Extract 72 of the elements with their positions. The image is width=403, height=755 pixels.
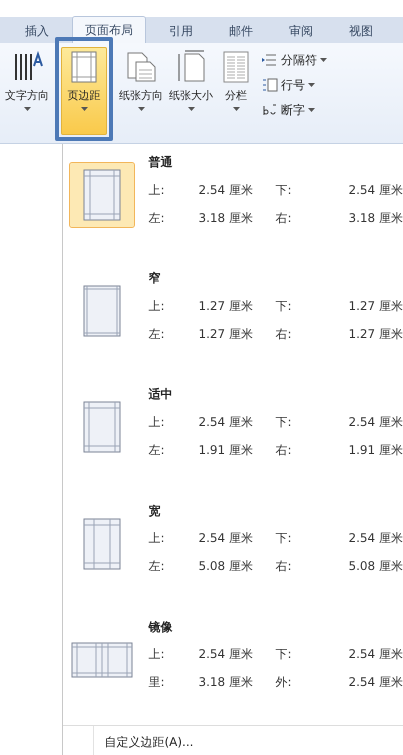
margin-label: 左: — [148, 558, 166, 576]
ribbon-button[interactable]: 页边距 — [61, 47, 107, 135]
ribbon-tab[interactable]: 引用 — [156, 18, 206, 43]
caret-icon — [188, 107, 194, 111]
margin-value: 2.54 厘米 — [348, 530, 403, 548]
preset-name: 普通 — [148, 154, 174, 171]
margin-label: 里: — [148, 674, 166, 692]
ribbon-small-button[interactable]: 行号 — [262, 74, 327, 96]
margin-label: 上: — [148, 414, 166, 431]
margin-value: 1.27 厘米 — [198, 298, 254, 315]
ribbon-tab[interactable]: 审阅 — [276, 18, 326, 43]
margin-label: 下: — [275, 530, 292, 548]
ribbon-tab[interactable]: 邮件 — [216, 18, 266, 43]
margin-value: 1.27 厘米 — [198, 326, 254, 343]
margin-label: 上: — [148, 646, 166, 664]
margin-value: 5.08 厘米 — [198, 558, 254, 576]
caret-icon — [320, 58, 327, 62]
page-break-icon — [262, 53, 278, 67]
margin-label: 右: — [275, 326, 292, 343]
margin-value: 1.91 厘米 — [198, 442, 254, 459]
ribbon-button[interactable]: 纸张大小 — [166, 47, 216, 135]
margin-label: 下: — [275, 414, 292, 431]
margin-value: 2.54 厘米 — [348, 674, 403, 692]
margin-label: 左: — [148, 326, 166, 343]
margin-value: 1.27 厘米 — [348, 326, 403, 343]
margin-label: 上: — [148, 182, 166, 198]
margin-label: 下: — [275, 182, 292, 198]
margin-label: 右: — [275, 558, 292, 576]
preset-name: 镜像 — [148, 618, 174, 636]
ribbon-small-button[interactable]: 断字 — [262, 99, 327, 121]
caret-icon — [232, 107, 240, 111]
margin-value: 1.91 厘米 — [348, 442, 403, 459]
caret-icon — [308, 83, 315, 87]
margin-label: 上: — [148, 530, 166, 548]
margin-value: 3.18 厘米 — [348, 210, 403, 226]
margin-value: 2.54 厘米 — [348, 182, 403, 198]
margin-preset-thumbnail[interactable] — [69, 162, 136, 228]
margin-value: 3.18 厘米 — [198, 674, 254, 692]
margin-value: 5.08 厘米 — [348, 558, 403, 576]
margin-label: 右: — [275, 442, 292, 459]
margin-label: 下: — [275, 646, 292, 664]
caret-icon — [138, 107, 144, 111]
margin-value: 2.54 厘米 — [348, 646, 403, 664]
custom-margins-item[interactable]: 自定义边距(A)... — [104, 734, 194, 752]
margin-label: 下: — [275, 298, 292, 315]
margin-value: 2.54 厘米 — [348, 414, 403, 431]
margin-label: 左: — [148, 442, 166, 459]
ribbon-small-button[interactable]: 分隔符 — [262, 49, 327, 71]
preset-name: 适中 — [148, 386, 174, 404]
caret-icon — [80, 107, 88, 111]
margin-label: 上: — [148, 298, 166, 315]
ribbon-tab[interactable]: 页面布局 — [72, 16, 146, 43]
ribbon-button[interactable]: 文字方向 — [2, 47, 52, 135]
preset-name: 宽 — [148, 502, 162, 520]
preset-name: 窄 — [148, 270, 162, 288]
ribbon-button[interactable]: 分栏 — [216, 47, 256, 135]
margin-value: 3.18 厘米 — [198, 210, 254, 226]
margin-label: 外: — [275, 674, 292, 692]
margin-value: 1.27 厘米 — [348, 298, 403, 315]
ribbon-button[interactable]: 纸张方向 — [116, 47, 166, 135]
hyphenation-icon — [262, 103, 278, 117]
ribbon-tab[interactable]: 视图 — [336, 18, 386, 43]
caret-icon — [24, 107, 30, 111]
margin-value: 2.54 厘米 — [198, 530, 254, 548]
margin-label: 左: — [148, 210, 166, 226]
margin-value: 2.54 厘米 — [198, 414, 254, 431]
margin-value: 2.54 厘米 — [198, 646, 254, 664]
line-numbers-icon — [262, 78, 278, 92]
margin-label: 右: — [275, 210, 292, 226]
caret-icon — [308, 108, 315, 112]
margin-value: 2.54 厘米 — [198, 182, 254, 198]
ribbon-tab[interactable]: 插入 — [12, 18, 62, 43]
